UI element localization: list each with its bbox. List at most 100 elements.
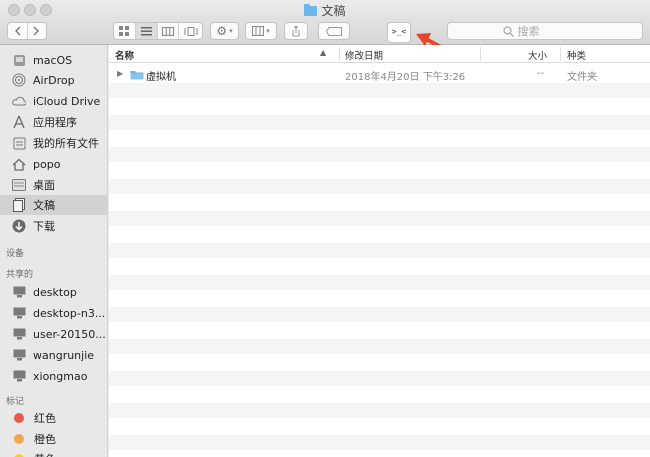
sidebar-item-tag-orange[interactable]: 橙色: [0, 429, 107, 449]
sidebar-item-label: popo: [33, 157, 61, 171]
chevron-left-icon: [14, 26, 21, 36]
sort-ascending-icon: ▲: [320, 48, 327, 57]
sidebar-item-label: 黄色: [34, 451, 56, 457]
sidebar-item-label: user-20150...: [33, 327, 106, 341]
edit-tags-button[interactable]: [318, 22, 350, 40]
file-size: --: [537, 68, 545, 79]
computer-icon: [12, 306, 26, 320]
folder-icon: [304, 4, 318, 16]
sidebar-item-label: desktop-n3...: [33, 306, 106, 320]
columns-icon: [161, 26, 174, 36]
sidebar-item-all-files[interactable]: 我的所有文件: [0, 133, 107, 153]
gallery-view-button[interactable]: [179, 23, 202, 39]
icon-view-button[interactable]: [114, 23, 136, 39]
sidebar-item-label: wangrunjie: [33, 348, 95, 362]
view-mode-selector: [113, 22, 203, 40]
arrange-icon: [252, 26, 265, 36]
column-divider[interactable]: [339, 47, 340, 61]
cover-flow-icon: [184, 26, 198, 36]
forward-button[interactable]: [28, 23, 47, 39]
column-header-kind[interactable]: 种类: [567, 48, 586, 62]
sidebar-item-tag-red[interactable]: 红色: [0, 408, 107, 428]
file-kind: 文件夹: [567, 72, 597, 83]
column-header: 名称 ▲ 修改日期 大小 种类: [109, 45, 650, 63]
empty-row: [109, 211, 650, 226]
sidebar-item-documents[interactable]: 文稿: [0, 195, 107, 215]
sidebar-item-shared-wangrunjie[interactable]: wangrunjie: [0, 345, 107, 365]
section-header-devices: 设备: [6, 249, 25, 259]
sidebar-item-label: 应用程序: [33, 116, 77, 129]
share-icon: [292, 25, 300, 37]
sidebar-item-applications[interactable]: 应用程序: [0, 112, 107, 132]
column-header-modified[interactable]: 修改日期: [345, 48, 383, 62]
sidebar-item-shared-desktop-n3[interactable]: desktop-n3...: [0, 303, 107, 323]
window-title: 文稿: [0, 2, 650, 19]
title-bar: 文稿 ⚙ ▾ ▾ >_< 搜索: [0, 0, 650, 45]
computer-icon: [12, 369, 26, 383]
sidebar-item-airdrop[interactable]: AirDrop: [0, 70, 107, 90]
table-row[interactable]: ▶ 虚拟机 2018年4月20日 下午3:26 -- 文件夹: [109, 67, 650, 83]
sidebar-item-tag-yellow[interactable]: 黄色: [0, 449, 107, 457]
file-list: 名称 ▲ 修改日期 大小 种类 ▶ 虚拟机 2018年4月20日 下午3:26 …: [109, 45, 650, 457]
sidebar-item-downloads[interactable]: 下载: [0, 216, 107, 236]
disk-icon: [12, 53, 26, 67]
section-header-tags: 标记: [6, 397, 25, 407]
empty-row: [109, 435, 650, 450]
column-header-size[interactable]: 大小: [528, 48, 547, 62]
back-button[interactable]: [8, 23, 28, 39]
empty-row: [109, 323, 650, 338]
terminal-toolbar-button[interactable]: >_<: [387, 22, 411, 43]
file-modified: 2018年4月20日 下午3:26: [345, 72, 466, 83]
chevron-down-icon: ▾: [266, 27, 270, 35]
sidebar-item-label: desktop: [33, 285, 77, 299]
computer-icon: [12, 327, 26, 341]
search-icon: [502, 25, 514, 37]
sidebar-item-label: macOS: [33, 53, 73, 67]
download-icon: [12, 219, 26, 233]
orange-tag-dot-icon: [14, 434, 24, 444]
empty-row: [109, 131, 650, 146]
search-input[interactable]: [517, 24, 588, 38]
empty-row: [109, 227, 650, 242]
folder-icon: [130, 69, 144, 83]
empty-row: [109, 387, 650, 402]
column-divider[interactable]: [560, 47, 561, 61]
empty-row: [109, 403, 650, 418]
empty-row: [109, 83, 650, 98]
sidebar-item-desktop[interactable]: 桌面: [0, 175, 107, 195]
list-view-button[interactable]: [135, 23, 158, 39]
sidebar-item-home[interactable]: popo: [0, 154, 107, 174]
window-title-text: 文稿: [321, 4, 346, 18]
arrange-button[interactable]: ▾: [245, 22, 277, 40]
empty-row: [109, 339, 650, 354]
computer-icon: [12, 285, 26, 299]
empty-row: [109, 243, 650, 258]
column-divider[interactable]: [480, 47, 481, 61]
sidebar-item-label: 红色: [34, 412, 56, 425]
empty-row: [109, 195, 650, 210]
documents-icon: [12, 198, 26, 212]
sidebar-item-label: AirDrop: [33, 73, 75, 87]
share-button[interactable]: [284, 22, 308, 40]
terminal-icon: >_<: [391, 27, 407, 36]
sidebar-item-label: xiongmao: [33, 369, 88, 383]
file-name: 虚拟机: [146, 72, 176, 83]
sidebar-item-icloud-drive[interactable]: iCloud Drive: [0, 91, 107, 111]
search-field[interactable]: [447, 22, 643, 40]
action-button[interactable]: ⚙ ▾: [210, 22, 239, 40]
apps-icon: [12, 115, 26, 129]
sidebar-item-shared-user-20150[interactable]: user-20150...: [0, 324, 107, 344]
empty-row: [109, 275, 650, 290]
airdrop-icon: [12, 73, 26, 87]
column-view-button[interactable]: [158, 23, 180, 39]
disclosure-triangle-icon[interactable]: ▶: [117, 69, 123, 78]
sidebar: macOS AirDrop iCloud Drive 应用程序 我的所有文件 p…: [0, 45, 108, 457]
grid-icon: [119, 26, 130, 36]
sidebar-item-macos[interactable]: macOS: [0, 50, 107, 70]
sidebar-item-label: 下载: [33, 220, 55, 233]
sidebar-item-shared-xiongmao[interactable]: xiongmao: [0, 366, 107, 386]
gear-icon: ⚙: [216, 24, 228, 38]
column-header-name[interactable]: 名称: [115, 48, 134, 62]
all-files-icon: [12, 136, 26, 150]
sidebar-item-shared-desktop[interactable]: desktop: [0, 282, 107, 302]
